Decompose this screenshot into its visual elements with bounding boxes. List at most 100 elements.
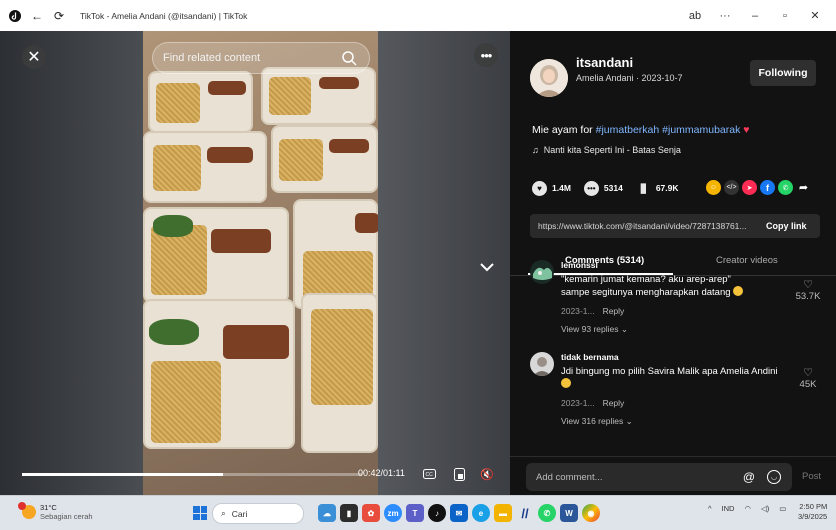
author-username[interactable]: itsandani (576, 55, 633, 70)
comment-like-count: 53.7K (795, 291, 821, 302)
taskbar-clock[interactable]: 2:50 PM 3/9/2025 (798, 502, 827, 522)
whatsapp-icon[interactable]: ✆ (778, 180, 793, 195)
mail-icon[interactable]: ✉ (450, 504, 468, 522)
comment-placeholder: Add comment... (536, 471, 603, 483)
translate-button[interactable]: ab (680, 10, 710, 22)
share-arrow-icon[interactable]: ➦ (796, 180, 811, 195)
close-video-button[interactable]: ✕ (22, 45, 46, 69)
reply-button[interactable]: Reply (603, 398, 625, 408)
author-avatar[interactable] (530, 59, 568, 97)
comment-like[interactable]: ♡ 53.7K (790, 278, 826, 302)
mention-at-icon[interactable]: @ (742, 470, 756, 484)
view-replies-button[interactable]: View 316 replies ⌄ (561, 416, 633, 427)
bookmark-icon[interactable]: ▮ (636, 180, 651, 196)
copy-link-button[interactable]: Copy link (766, 221, 807, 231)
browser-title-bar: ← ⟳ TikTok - Amelia Andani (@itsandani) … (0, 0, 836, 31)
restore-button[interactable]: ▫ (770, 10, 800, 22)
video-area: ✕ Find related content ••• 00:42/01:11 C… (0, 31, 510, 495)
teams-icon[interactable]: T (406, 504, 424, 522)
video-caption: Mie ayam for #jumatberkah #jummamubarak … (532, 124, 750, 136)
video-url[interactable]: https://www.tiktok.com/@itsandani/video/… (538, 221, 760, 231)
whatsapp-taskbar-icon[interactable]: ✆ (538, 504, 556, 522)
food-tray (271, 125, 378, 193)
comment-text: Jdi bingung mo pilih Savira Malik apa Am… (561, 365, 793, 391)
commenter-username[interactable]: tidak bernama (561, 352, 619, 362)
facebook-icon[interactable]: f (760, 180, 775, 195)
embed-icon[interactable]: </> (724, 180, 739, 195)
comment-heart-icon[interactable]: ♡ (790, 366, 826, 379)
captions-icon[interactable]: CC (420, 465, 438, 483)
weather-temp: 31°C (40, 503, 57, 512)
volume-icon[interactable]: ◁) (761, 504, 769, 513)
mute-icon[interactable]: 🔇 (478, 465, 496, 483)
windows-taskbar: 31°C Sebagian cerah ⌕ Cari ☁ ▮ ✿ zm T ♪ … (0, 495, 836, 530)
taskbar-search[interactable]: ⌕ Cari (212, 503, 304, 524)
friends-share-icon[interactable]: ☺ (706, 180, 721, 195)
comment-text-line: sampe segitunya mengharapkan datang (561, 286, 793, 299)
hashtag-jumatberkah[interactable]: #jumatberkah (596, 124, 660, 136)
tiktok-taskbar-icon[interactable]: ♪ (428, 504, 446, 522)
wifi-icon[interactable]: ◠ (744, 504, 751, 513)
engagement-stats: ♥ 1.4M ••• 5314 ▮ 67.9K (532, 180, 692, 196)
more-options-icon[interactable]: ··· (710, 10, 740, 22)
find-related-search[interactable]: Find related content (152, 42, 370, 74)
food-tray (148, 71, 253, 133)
weather-widget[interactable]: 31°C Sebagian cerah (18, 502, 93, 521)
next-video-chevron-icon[interactable] (476, 256, 498, 278)
music-note-icon: ♫ (532, 145, 539, 155)
emoji-icon[interactable]: ◡ (767, 470, 781, 484)
edge-icon[interactable]: e (472, 504, 490, 522)
taskbar-apps: ☁ ▮ ✿ zm T ♪ ✉ e ▬ // ✆ W ◉ (318, 504, 600, 522)
video-player[interactable] (143, 31, 378, 495)
tray-chevron-icon[interactable]: ^ (708, 504, 712, 513)
file-explorer-icon[interactable]: ▬ (494, 504, 512, 522)
video-progress-bar[interactable] (22, 473, 362, 476)
video-details-panel: itsandani Amelia Andani · 2023-10-7 Foll… (510, 31, 836, 495)
like-count: 1.4M (552, 183, 571, 193)
app-icon[interactable]: ✿ (362, 504, 380, 522)
windows-start-icon[interactable] (193, 506, 207, 520)
comment-bubble-icon[interactable]: ••• (583, 180, 599, 196)
weather-desc: Sebagian cerah (40, 512, 93, 521)
music-info[interactable]: ♫ Nanti kita Seperti Ini - Batas Senja (532, 145, 681, 155)
comment-like[interactable]: ♡ 45K (790, 366, 826, 390)
following-button[interactable]: Following (750, 60, 816, 86)
commenter-username[interactable]: lemonssl (561, 260, 598, 270)
close-window-button[interactable]: ✕ (800, 9, 830, 22)
hashtag-jummamubarak[interactable]: #jummamubarak (662, 124, 740, 136)
battery-icon[interactable]: ▭ (779, 504, 786, 513)
author-subline: Amelia Andani · 2023-10-7 (576, 73, 683, 83)
input-language[interactable]: IND (722, 504, 735, 513)
word-icon[interactable]: W (560, 504, 578, 522)
widgets-icon[interactable]: ☁ (318, 504, 336, 522)
floating-player-icon[interactable] (450, 465, 468, 483)
commenter-avatar[interactable] (530, 260, 554, 284)
minimize-button[interactable]: – (740, 10, 770, 22)
like-stat[interactable]: ♥ 1.4M (532, 180, 571, 196)
post-button[interactable]: Post (802, 471, 821, 482)
task-view-icon[interactable]: ▮ (340, 504, 358, 522)
search-icon[interactable] (341, 50, 357, 66)
comment-bar: Add comment... @ ◡ Post (510, 456, 836, 495)
svg-text:CC: CC (425, 472, 433, 478)
reload-icon[interactable]: ⟳ (52, 9, 66, 23)
zoom-icon[interactable]: zm (384, 504, 402, 522)
like-heart-icon[interactable]: ♥ (532, 180, 547, 196)
clock-date: 3/9/2025 (798, 512, 828, 521)
back-arrow-icon[interactable]: ← (30, 9, 44, 23)
pen-app-icon[interactable]: // (516, 504, 534, 522)
comment-like-count: 45K (799, 379, 817, 390)
send-icon[interactable]: ➤ (742, 180, 757, 195)
comment-date: 2023-1... (561, 398, 595, 408)
chrome-icon[interactable]: ◉ (582, 504, 600, 522)
save-stat[interactable]: ▮ 67.9K (636, 180, 679, 196)
window-controls: ab ··· – ▫ ✕ (680, 0, 830, 31)
more-options-button[interactable]: ••• (474, 43, 498, 67)
music-title[interactable]: Nanti kita Seperti Ini - Batas Senja (544, 145, 681, 155)
comment-heart-icon[interactable]: ♡ (790, 278, 826, 291)
clock-time: 2:50 PM (799, 502, 828, 511)
view-replies-button[interactable]: View 93 replies ⌄ (561, 324, 628, 335)
commenter-avatar[interactable] (530, 352, 554, 376)
reply-button[interactable]: Reply (603, 306, 625, 316)
comment-stat[interactable]: ••• 5314 (583, 180, 623, 196)
